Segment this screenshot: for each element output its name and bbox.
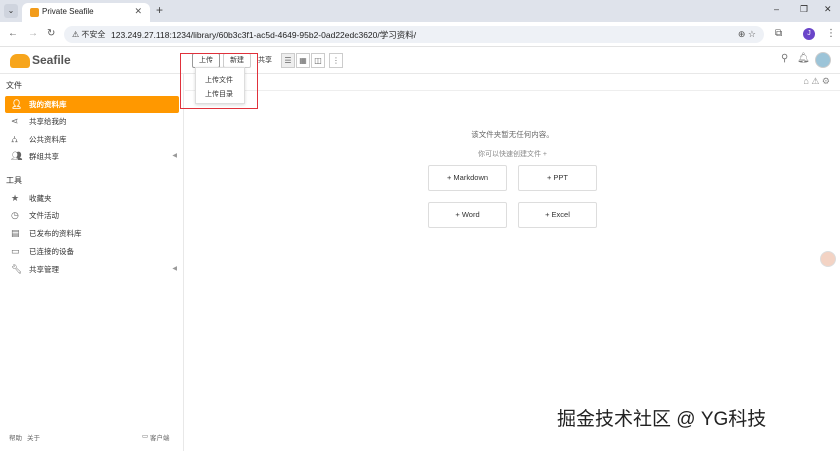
tab-title: Private Seafile xyxy=(42,7,94,16)
clock-icon: ◷ xyxy=(11,210,19,220)
star-icon: ★ xyxy=(11,193,20,203)
app-header: Seafile 上传 新建 共享 ☰ ▦ ◫ ⋮ ⚲ 🔔︎ xyxy=(0,47,840,74)
sidebar-item-shared-with-me[interactable]: ⋖ 共享给我的 xyxy=(5,113,179,130)
sidebar-item-label: 公共资料库 xyxy=(29,135,67,144)
sidebar-item-label: 收藏夹 xyxy=(29,194,52,203)
sidebar-item-file-activity[interactable]: ◷ 文件活动 xyxy=(5,207,179,224)
sidebar-item-public-libraries[interactable]: ⛼ 公共资料库 xyxy=(5,131,179,148)
monitor-icon: ▭ xyxy=(11,246,20,256)
sidebar: 文件 👤︎ 我的资料库 ⋖ 共享给我的 ⛼ 公共资料库 👥︎ 群组共享 ◀ 工具… xyxy=(0,74,184,451)
url-bar[interactable]: ⚠ 不安全 123.249.27.118:1234/library/60b3c3… xyxy=(64,26,764,43)
sidebar-item-label: 已发布的资料库 xyxy=(29,229,82,238)
new-tab-button[interactable]: + xyxy=(156,3,163,17)
list-view-icon[interactable]: ☰ xyxy=(281,53,295,68)
wrench-icon: 🔧︎ xyxy=(11,264,23,274)
tab-search-chevron-icon[interactable]: ⌄ xyxy=(4,4,18,18)
group-icon: 👥︎ xyxy=(11,151,23,161)
caret-left-icon: ◀ xyxy=(172,153,177,159)
sidebar-item-linked-devices[interactable]: ▭ 已连接的设备 xyxy=(5,243,179,260)
reload-icon[interactable]: ↻ xyxy=(47,28,55,39)
sidebar-item-label: 已连接的设备 xyxy=(29,247,74,256)
tools-section-title: 工具 xyxy=(6,176,22,185)
grid-view-icon[interactable]: ▦ xyxy=(296,53,310,68)
browser-tab-bar: ⌄ Private Seafile ✕ + – ❐ ✕ xyxy=(0,0,840,22)
files-section-title: 文件 xyxy=(6,81,22,90)
sidebar-item-share-admin[interactable]: 🔧︎ 共享管理 ◀ xyxy=(5,261,179,278)
create-markdown-button[interactable]: + Markdown xyxy=(428,165,507,191)
more-options-icon[interactable]: ⋮ xyxy=(329,53,343,68)
org-icon: ⛼ xyxy=(11,134,19,144)
sidebar-item-label: 共享管理 xyxy=(29,265,59,274)
sidebar-item-label: 群组共享 xyxy=(29,152,59,161)
close-window-button[interactable]: ✕ xyxy=(824,4,832,15)
book-icon: ▤ xyxy=(11,228,20,238)
monitor-icon: ▭ xyxy=(142,433,149,440)
back-arrow-icon[interactable]: ← xyxy=(8,28,18,39)
search-icon[interactable]: ⚲ xyxy=(781,53,788,64)
logo-text: Seafile xyxy=(32,53,71,67)
create-ppt-button[interactable]: + PPT xyxy=(518,165,597,191)
address-bar-row: ← → ↻ ⚠ 不安全 123.249.27.118:1234/library/… xyxy=(0,22,840,47)
about-link[interactable]: 关于 xyxy=(27,432,40,442)
user-avatar[interactable] xyxy=(815,52,831,68)
client-link[interactable]: 客户端 xyxy=(150,432,170,442)
tag-icon[interactable]: ⌂ ⚠ ⚙ xyxy=(803,76,830,87)
user-icon: 👤︎ xyxy=(11,99,23,109)
share-icon: ⋖ xyxy=(11,116,19,126)
assistant-avatar[interactable] xyxy=(820,251,836,267)
sidebar-item-favorites[interactable]: ★ 收藏夹 xyxy=(5,190,179,207)
highlight-annotation-box xyxy=(180,53,258,109)
url-text[interactable]: 123.249.27.118:1234/library/60b3c3f1-ac5… xyxy=(111,29,416,41)
bell-icon[interactable]: 🔔︎ xyxy=(797,53,810,64)
create-excel-button[interactable]: + Excel xyxy=(518,202,597,228)
bookmark-star-icon[interactable]: ⊕ ☆ xyxy=(738,29,756,40)
tab-close-icon[interactable]: ✕ xyxy=(134,6,142,17)
sidebar-item-label: 我的资料库 xyxy=(29,100,67,109)
sidebar-item-published-libraries[interactable]: ▤ 已发布的资料库 xyxy=(5,225,179,242)
empty-folder-message: 该文件夹暂无任何内容。 xyxy=(471,130,554,139)
minimize-button[interactable]: – xyxy=(774,4,779,14)
seafile-favicon-icon xyxy=(30,8,39,17)
browser-menu-icon[interactable]: ⋮ xyxy=(826,28,836,39)
sidebar-item-label: 文件活动 xyxy=(29,211,59,220)
insecure-badge[interactable]: ⚠ 不安全 xyxy=(72,29,105,40)
browser-tab[interactable]: Private Seafile ✕ xyxy=(22,3,150,22)
profile-avatar[interactable]: J xyxy=(803,28,815,40)
help-link[interactable]: 帮助 xyxy=(9,432,22,442)
quick-create-hint: 你可以快速创建文件 + xyxy=(477,151,548,158)
sidebar-item-group-share[interactable]: 👥︎ 群组共享 ◀ xyxy=(5,148,179,165)
create-word-button[interactable]: + Word xyxy=(428,202,507,228)
caret-left-icon: ◀ xyxy=(172,266,177,272)
extensions-icon[interactable]: ⧉ xyxy=(775,28,782,39)
watermark: 掘金技术社区 @ YG科技 xyxy=(557,409,767,430)
maximize-button[interactable]: ❐ xyxy=(800,4,808,15)
seafile-logo-icon xyxy=(10,54,30,68)
sidebar-item-label: 共享给我的 xyxy=(29,117,67,126)
column-view-icon[interactable]: ◫ xyxy=(311,53,325,68)
sidebar-item-my-libraries[interactable]: 👤︎ 我的资料库 xyxy=(5,96,179,113)
path-bar: ⌂ ⚠ ⚙ xyxy=(185,74,840,91)
forward-arrow-icon[interactable]: → xyxy=(28,28,38,39)
